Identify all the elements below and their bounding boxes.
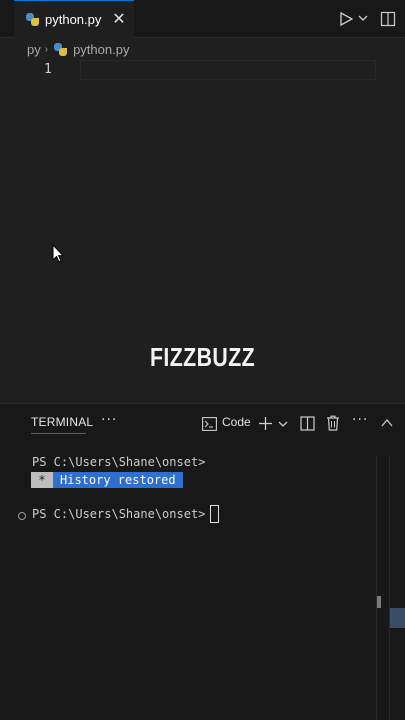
history-star: * (31, 472, 53, 488)
overlay-title: FIZZBUZZ (149, 342, 256, 372)
command-decoration-icon[interactable] (18, 512, 26, 520)
active-tab-indicator (31, 433, 86, 434)
current-line-highlight[interactable] (80, 60, 376, 80)
chevron-up-icon[interactable] (381, 418, 393, 428)
split-terminal-icon[interactable] (300, 416, 315, 431)
line-number: 1 (44, 62, 52, 77)
split-editor-icon[interactable] (380, 11, 396, 27)
terminal-tab-strip[interactable] (390, 608, 405, 628)
plus-icon[interactable] (258, 416, 273, 431)
run-icon[interactable] (338, 11, 354, 27)
terminal-panel: TERMINAL ··· Code ··· PS C:\Users\Shane\… (0, 403, 405, 720)
more-icon[interactable]: ··· (101, 412, 117, 428)
breadcrumb-file[interactable]: python.py (73, 42, 129, 57)
python-file-icon (54, 42, 68, 56)
more-icon[interactable]: ··· (352, 412, 368, 428)
python-file-icon (26, 13, 39, 26)
history-restored-badge: * History restored (31, 472, 183, 488)
breadcrumb: py › python.py (27, 40, 129, 58)
tab-python-py[interactable]: python.py ✕ (14, 0, 134, 38)
prompt-line: PS C:\Users\Shane\onset> (32, 507, 206, 521)
terminal-scrollbar[interactable] (376, 456, 390, 720)
panel-header: TERMINAL ··· Code ··· (0, 404, 405, 438)
scrollbar-thumb[interactable] (377, 596, 381, 608)
chevron-down-icon[interactable] (358, 13, 368, 23)
prompt-line: PS C:\Users\Shane\onset> (32, 455, 206, 469)
tab-label: python.py (45, 12, 102, 27)
history-message: History restored (53, 472, 183, 488)
chevron-down-icon[interactable] (278, 419, 288, 429)
terminal-cursor (210, 505, 219, 523)
mouse-pointer-icon (52, 244, 64, 263)
divider (389, 456, 390, 720)
chevron-right-icon: › (44, 43, 49, 55)
trash-icon[interactable] (326, 415, 340, 431)
breadcrumb-folder[interactable]: py (27, 42, 41, 57)
tab-terminal[interactable]: TERMINAL (31, 415, 93, 429)
terminal-name[interactable]: Code (222, 415, 251, 429)
editor-tab-bar: python.py ✕ (0, 0, 405, 38)
close-icon[interactable]: ✕ (112, 11, 126, 27)
terminal-icon (202, 417, 217, 431)
terminal-output[interactable]: PS C:\Users\Shane\onset> * History resto… (0, 438, 405, 720)
